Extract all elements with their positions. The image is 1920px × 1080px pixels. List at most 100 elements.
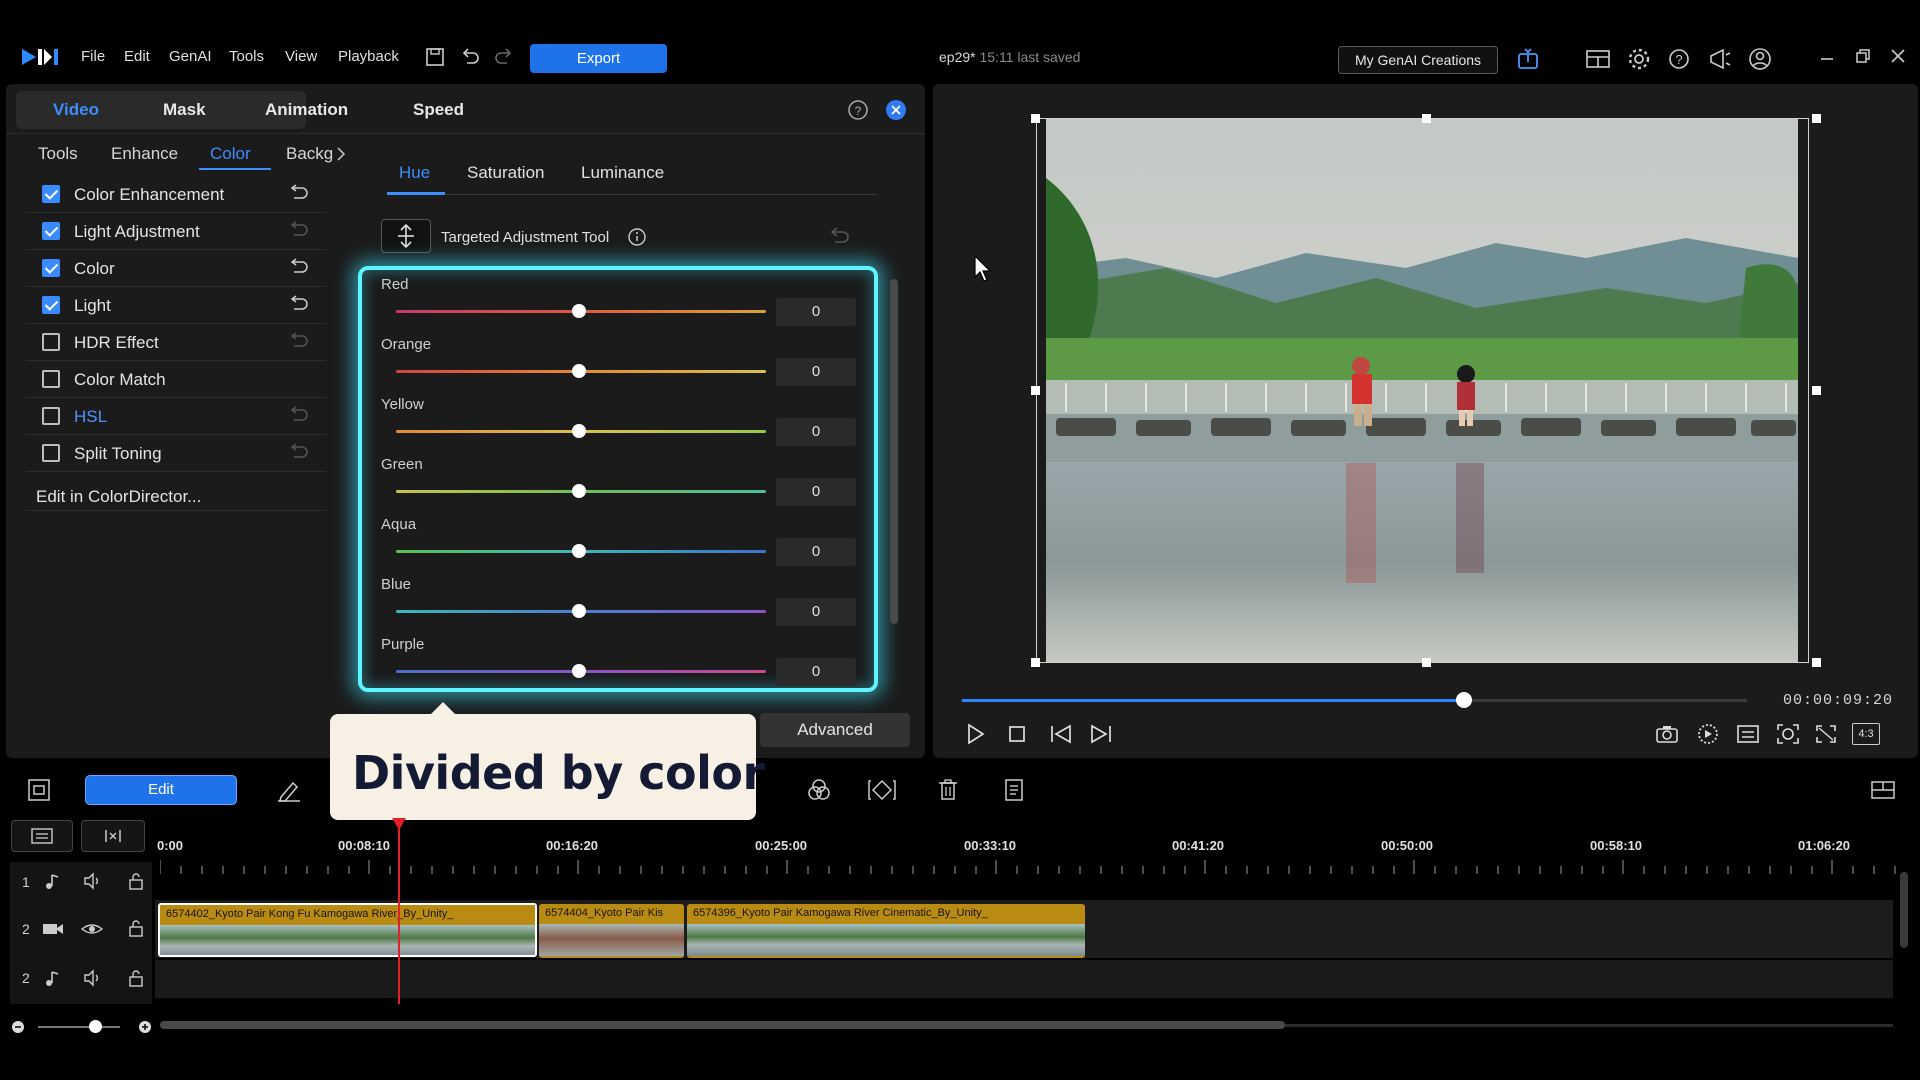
tools-menu-icon[interactable] [1000,777,1028,803]
slider-knob-purple[interactable] [572,664,586,678]
speaker-icon[interactable] [82,872,102,890]
zoom-out-icon[interactable] [11,1020,25,1034]
checkbox[interactable] [42,185,60,203]
lock-icon[interactable] [127,968,145,988]
tab-animation[interactable]: Animation [265,100,348,120]
task-queue-icon[interactable] [1515,46,1543,74]
chevron-right-icon[interactable] [335,146,347,162]
subtab-enhance[interactable]: Enhance [111,144,178,164]
stop-icon[interactable] [1005,722,1029,746]
sliders-scrollbar[interactable] [890,279,898,624]
timeline-mode-icon[interactable] [26,777,52,803]
value-field-purple[interactable]: 0 [776,658,856,686]
time-ruler[interactable] [160,860,1900,874]
my-genai-creations-button[interactable]: My GenAI Creations [1338,46,1498,74]
zoom-in-icon[interactable] [138,1020,152,1034]
fit-timeline-button[interactable] [81,820,145,852]
feature-hsl[interactable]: HSL [26,398,326,435]
resize-handle[interactable] [1422,114,1431,123]
play-icon[interactable] [963,722,987,746]
value-field-yellow[interactable]: 0 [776,418,856,446]
value-field-red[interactable]: 0 [776,298,856,326]
previous-frame-icon[interactable] [1048,722,1074,746]
resize-handle[interactable] [1031,658,1040,667]
subtab-background[interactable]: Backg [286,144,333,164]
reset-icon[interactable] [288,443,310,459]
resize-handle[interactable] [1422,658,1431,667]
advanced-button[interactable]: Advanced [760,713,910,747]
video-clip[interactable]: 6574404_Kyoto Pair Kis [539,904,684,958]
settings-gear-icon[interactable] [1626,46,1654,74]
draw-pen-icon[interactable] [275,777,303,803]
next-frame-icon[interactable] [1088,722,1114,746]
undo-icon[interactable] [460,48,480,66]
edit-button[interactable]: Edit [85,775,237,805]
zoom-preview-icon[interactable] [1775,722,1801,746]
snapshot-camera-icon[interactable] [1654,722,1680,746]
hsl-tab-saturation[interactable]: Saturation [467,163,545,183]
menu-file[interactable]: File [81,48,105,65]
help-icon[interactable]: ? [1666,46,1694,74]
feature-light[interactable]: Light [26,287,326,324]
targeted-adjustment-button[interactable] [381,219,431,253]
playhead[interactable] [398,822,400,1004]
timeline-horizontal-scrollbar[interactable] [160,1021,1285,1029]
feature-split-toning[interactable]: Split Toning [26,435,326,472]
checkbox[interactable] [42,259,60,277]
menu-playback[interactable]: Playback [338,48,399,65]
checkbox[interactable] [42,222,60,240]
menu-view[interactable]: View [285,48,317,65]
value-field-green[interactable]: 0 [776,478,856,506]
app-logo-icon[interactable] [22,47,60,67]
slider-knob-yellow[interactable] [572,424,586,438]
resize-handle[interactable] [1812,658,1821,667]
restore-icon[interactable] [1853,46,1881,74]
info-icon[interactable] [626,226,648,248]
layout-icon[interactable] [1585,46,1613,74]
feature-color-match[interactable]: Color Match [26,361,326,398]
playback-progress-knob[interactable] [1456,692,1472,708]
track-manager-button[interactable] [11,820,73,852]
playback-quality-icon[interactable] [1695,722,1721,746]
fullscreen-icon[interactable] [1813,722,1839,746]
aspect-ratio-button[interactable]: 4:3 [1852,723,1880,745]
reset-icon[interactable] [288,332,310,348]
video-clip[interactable]: 6574396_Kyoto Pair Kamogawa River Cinema… [687,904,1085,958]
export-button[interactable]: Export [530,44,667,73]
account-icon[interactable] [1747,46,1775,74]
menu-tools[interactable]: Tools [229,48,264,65]
close-panel-icon[interactable] [884,98,908,122]
close-window-icon[interactable] [1888,46,1916,74]
menu-edit[interactable]: Edit [124,48,150,65]
feature-hdr-effect[interactable]: HDR Effect [26,324,326,361]
timeline-vertical-scrollbar[interactable] [1900,872,1908,948]
lock-icon[interactable] [127,918,145,938]
edit-in-colordirector-link[interactable]: Edit in ColorDirector... [36,487,201,507]
feature-color-enhancement[interactable]: Color Enhancement [26,176,326,213]
announcement-icon[interactable] [1707,46,1735,74]
tab-speed[interactable]: Speed [413,100,464,120]
audio-track-lane[interactable] [155,960,1893,998]
subtab-color[interactable]: Color [210,144,251,164]
reset-icon[interactable] [288,295,310,311]
resize-handle[interactable] [1812,114,1821,123]
tab-mask[interactable]: Mask [163,100,206,120]
video-clip[interactable]: 6574402_Kyoto Pair Kong Fu Kamogawa Rive… [158,903,537,957]
reset-icon[interactable] [288,258,310,274]
menu-genai[interactable]: GenAI [169,48,212,65]
slider-knob-blue[interactable] [572,604,586,618]
reset-icon[interactable] [288,406,310,422]
minimize-icon[interactable] [1817,46,1845,74]
subtitle-icon[interactable] [1735,722,1761,746]
resize-handle[interactable] [1031,114,1040,123]
checkbox[interactable] [42,444,60,462]
slider-knob-red[interactable] [572,304,586,318]
reset-icon[interactable] [288,221,310,237]
value-field-aqua[interactable]: 0 [776,538,856,566]
checkbox[interactable] [42,407,60,425]
value-field-blue[interactable]: 0 [776,598,856,626]
help-icon[interactable]: ? [846,98,870,122]
color-effects-icon[interactable] [805,777,833,803]
slider-knob-aqua[interactable] [572,544,586,558]
checkbox[interactable] [42,370,60,388]
